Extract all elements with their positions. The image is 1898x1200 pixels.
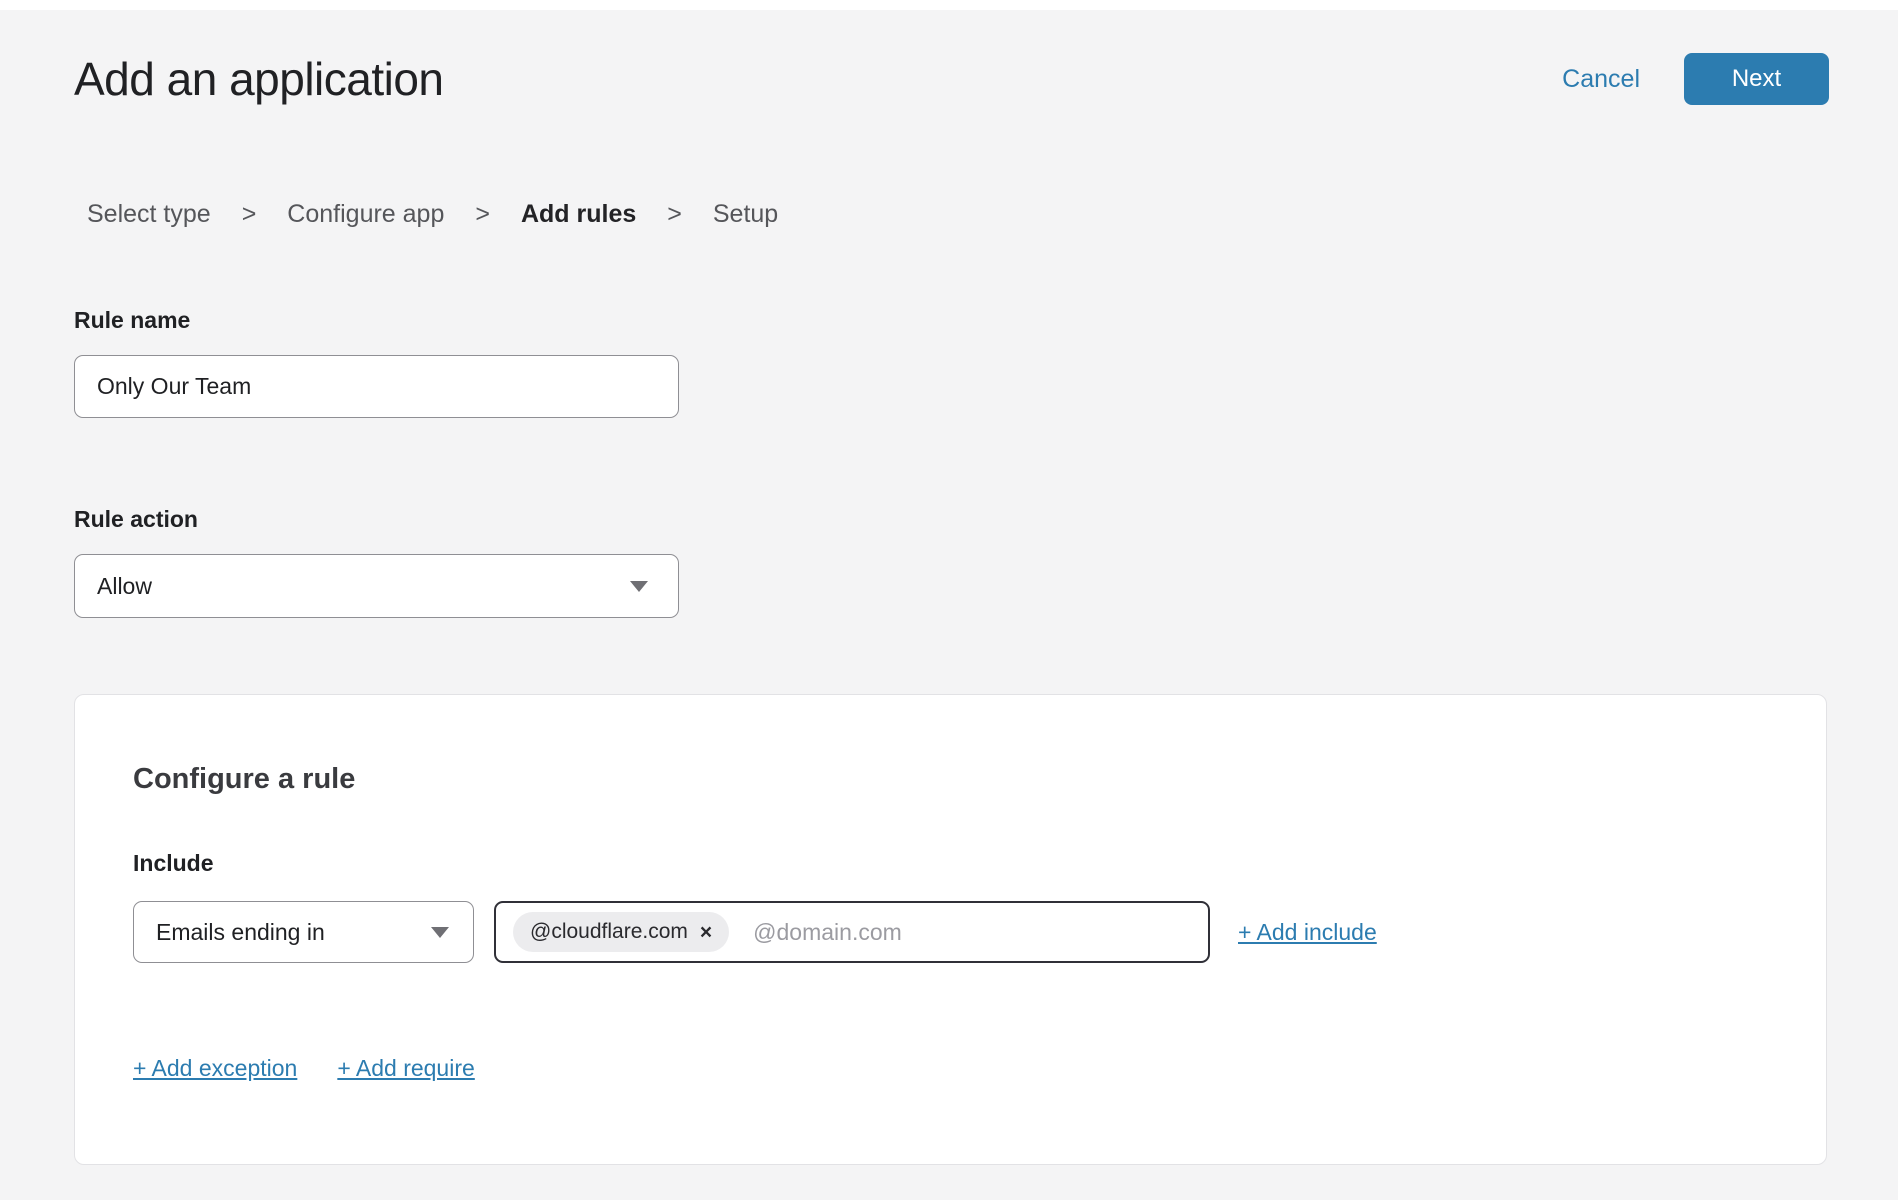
email-domain-tag-input[interactable]: @cloudflare.com × — [494, 901, 1210, 963]
rule-action-selected-value: Allow — [97, 573, 152, 600]
top-strip — [0, 0, 1898, 10]
breadcrumb-step-setup[interactable]: Setup — [713, 200, 778, 229]
breadcrumb-separator: > — [667, 200, 682, 229]
breadcrumb-separator: > — [242, 200, 257, 229]
cancel-button[interactable]: Cancel — [1562, 65, 1640, 94]
next-button[interactable]: Next — [1684, 53, 1829, 105]
include-row: Emails ending in @cloudflare.com × + Add… — [133, 901, 1768, 963]
email-domain-tag: @cloudflare.com × — [513, 912, 729, 952]
include-label: Include — [133, 850, 1768, 877]
rule-name-label: Rule name — [74, 307, 1829, 334]
rule-action-select[interactable]: Allow — [74, 554, 679, 618]
page-header: Add an application Cancel Next — [74, 52, 1829, 106]
add-include-link[interactable]: + Add include — [1238, 919, 1377, 946]
configure-rule-title: Configure a rule — [133, 763, 1768, 796]
email-domain-tag-label: @cloudflare.com — [530, 920, 688, 944]
configure-rule-card: Configure a rule Include Emails ending i… — [74, 694, 1827, 1165]
breadcrumb-step-configure-app[interactable]: Configure app — [287, 200, 444, 229]
add-application-page: Add an application Cancel Next Select ty… — [0, 10, 1898, 1165]
breadcrumb-separator: > — [475, 200, 490, 229]
chevron-down-icon — [431, 927, 449, 938]
include-selector-select[interactable]: Emails ending in — [133, 901, 474, 963]
chevron-down-icon — [630, 581, 648, 592]
add-exception-link[interactable]: + Add exception — [133, 1055, 297, 1082]
rule-action-field: Rule action Allow — [74, 506, 1829, 618]
remove-tag-icon[interactable]: × — [700, 922, 712, 943]
breadcrumb-step-select-type[interactable]: Select type — [87, 200, 211, 229]
breadcrumb: Select type > Configure app > Add rules … — [87, 200, 1829, 229]
rule-name-input[interactable] — [74, 355, 679, 418]
add-require-link[interactable]: + Add require — [337, 1055, 474, 1082]
email-domain-input[interactable] — [753, 919, 1194, 946]
rule-action-label: Rule action — [74, 506, 1829, 533]
breadcrumb-step-add-rules[interactable]: Add rules — [521, 200, 636, 229]
page-title: Add an application — [74, 52, 444, 106]
header-actions: Cancel Next — [1562, 53, 1829, 105]
include-selector-value: Emails ending in — [156, 919, 325, 946]
rule-card-bottom-links: + Add exception + Add require — [133, 1055, 1768, 1082]
rule-name-field: Rule name — [74, 307, 1829, 418]
